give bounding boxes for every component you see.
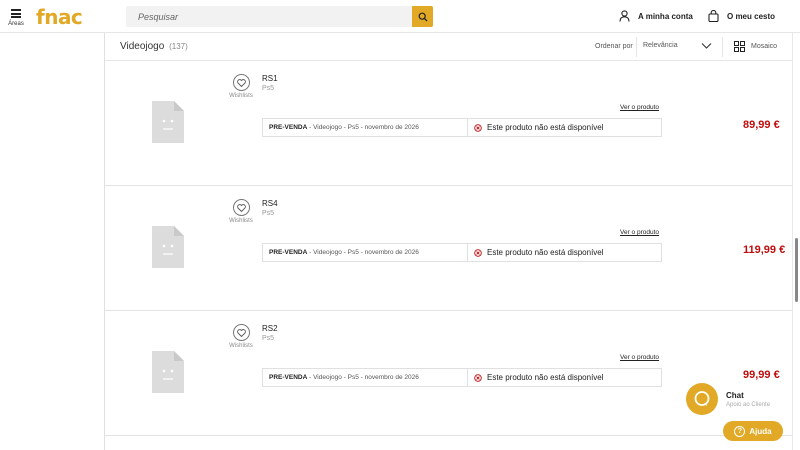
user-icon — [619, 10, 630, 22]
heart-icon — [236, 78, 246, 87]
menu-button[interactable]: Áreas — [8, 9, 24, 27]
results-toolbar: Videojogo (137) Ordenar por Relevância M… — [105, 33, 792, 61]
product-price: 89,99 € — [743, 119, 780, 131]
chat-bubble-icon — [686, 383, 718, 415]
wishlist-label: Wishlists — [229, 343, 253, 349]
product-details: PRE-VENDA - Videojogo - Ps5 - novembro d… — [263, 369, 468, 386]
product-details: PRE-VENDA - Videojogo - Ps5 - novembro d… — [263, 119, 468, 136]
category-title: Videojogo (137) — [120, 41, 188, 52]
placeholder-image-icon[interactable] — [152, 101, 184, 143]
product-platform: Ps5 — [262, 210, 275, 217]
product-name[interactable]: RS4 — [262, 199, 278, 208]
site-header: Áreas fnac A minha conta O meu cesto — [0, 0, 800, 33]
cart-link[interactable]: O meu cesto — [708, 10, 775, 22]
toolbar-divider — [722, 37, 723, 57]
wishlist-label: Wishlists — [229, 218, 253, 224]
sort-label: Ordenar por — [595, 43, 633, 50]
presale-label: PRE-VENDA — [269, 124, 308, 131]
availability-box: PRE-VENDA - Videojogo - Ps5 - novembro d… — [262, 118, 662, 137]
category-name: Videojogo — [120, 41, 165, 52]
heart-icon — [236, 203, 246, 212]
presale-label: PRE-VENDA — [269, 374, 308, 381]
product-row: Wishlists RS4 Ps5 Ver o produto PRE-VEND… — [105, 186, 792, 311]
unavailable-icon — [474, 248, 482, 257]
view-product-link[interactable]: Ver o produto — [620, 354, 659, 361]
stock-status: Este produto não está disponível — [468, 244, 661, 261]
search-icon — [418, 12, 427, 21]
view-product-link[interactable]: Ver o produto — [620, 104, 659, 111]
question-icon: ? — [734, 425, 746, 437]
cart-label: O meu cesto — [727, 11, 776, 21]
product-name[interactable]: RS1 — [262, 74, 278, 83]
wishlist-heart — [232, 324, 250, 341]
chevron-down-icon[interactable] — [701, 42, 712, 50]
unavailable-icon — [474, 373, 482, 382]
wishlist-button[interactable]: Wishlists — [227, 199, 255, 224]
presale-label: PRE-VENDA — [269, 249, 308, 256]
basket-icon — [708, 10, 719, 22]
product-row: Wishlists RS1 Ps5 Ver o produto PRE-VEND… — [105, 61, 792, 186]
chat-text: Chat Apoio ao Cliente — [726, 391, 770, 408]
stock-status: Este produto não está disponível — [468, 119, 661, 136]
product-price: 119,99 € — [743, 244, 786, 256]
result-count: (137) — [169, 42, 188, 51]
details-text: - Videojogo - Ps5 - novembro de 2026 — [307, 124, 419, 131]
details-text: - Videojogo - Ps5 - novembro de 2026 — [307, 374, 419, 381]
wishlist-button[interactable]: Wishlists — [227, 324, 255, 349]
account-label: A minha conta — [638, 11, 693, 21]
wishlist-heart — [232, 199, 250, 216]
mosaic-view-toggle[interactable]: Mosaico — [734, 41, 777, 52]
toolbar-divider — [636, 37, 637, 57]
chat-widget[interactable]: Chat Apoio ao Cliente — [686, 383, 770, 415]
product-list: Wishlists RS1 Ps5 Ver o produto PRE-VEND… — [105, 61, 792, 436]
product-name[interactable]: RS2 — [262, 324, 278, 333]
stock-status-text: Este produto não está disponível — [487, 123, 604, 132]
heart-icon — [236, 328, 246, 337]
account-link[interactable]: A minha conta — [619, 10, 693, 22]
availability-box: PRE-VENDA - Videojogo - Ps5 - novembro d… — [262, 243, 662, 262]
stock-status-text: Este produto não está disponível — [487, 248, 604, 257]
availability-box: PRE-VENDA - Videojogo - Ps5 - novembro d… — [262, 368, 662, 387]
details-text: - Videojogo - Ps5 - novembro de 2026 — [307, 249, 419, 256]
unavailable-icon — [474, 123, 482, 132]
product-price: 99,99 € — [743, 369, 780, 381]
help-button[interactable]: ? Ajuda — [723, 421, 783, 441]
fnac-logo[interactable]: fnac — [36, 5, 83, 29]
wishlist-button[interactable]: Wishlists — [227, 74, 255, 99]
search-input[interactable] — [126, 6, 412, 27]
search-bar — [126, 6, 433, 27]
product-details: PRE-VENDA - Videojogo - Ps5 - novembro d… — [263, 244, 468, 261]
content-divider-right — [792, 33, 793, 450]
product-platform: Ps5 — [262, 335, 275, 342]
wishlist-label: Wishlists — [229, 93, 253, 99]
grid-icon — [734, 41, 745, 52]
stock-status: Este produto não está disponível — [468, 369, 661, 386]
chat-subtitle: Apoio ao Cliente — [726, 401, 771, 408]
product-platform: Ps5 — [262, 85, 275, 92]
help-label: Ajuda — [749, 426, 772, 436]
wishlist-heart — [232, 74, 250, 91]
view-product-link[interactable]: Ver o produto — [620, 229, 659, 236]
stock-status-text: Este produto não está disponível — [487, 373, 604, 382]
placeholder-image-icon[interactable] — [152, 226, 184, 268]
search-button[interactable] — [412, 6, 433, 27]
hamburger-icon — [11, 9, 21, 18]
scrollbar-thumb[interactable] — [795, 238, 798, 302]
mosaic-label: Mosaico — [751, 43, 778, 50]
product-row: Wishlists RS2 Ps5 Ver o produto PRE-VEND… — [105, 311, 792, 436]
menu-label: Áreas — [8, 21, 24, 27]
chat-title: Chat — [726, 390, 744, 400]
placeholder-image-icon[interactable] — [152, 351, 184, 393]
